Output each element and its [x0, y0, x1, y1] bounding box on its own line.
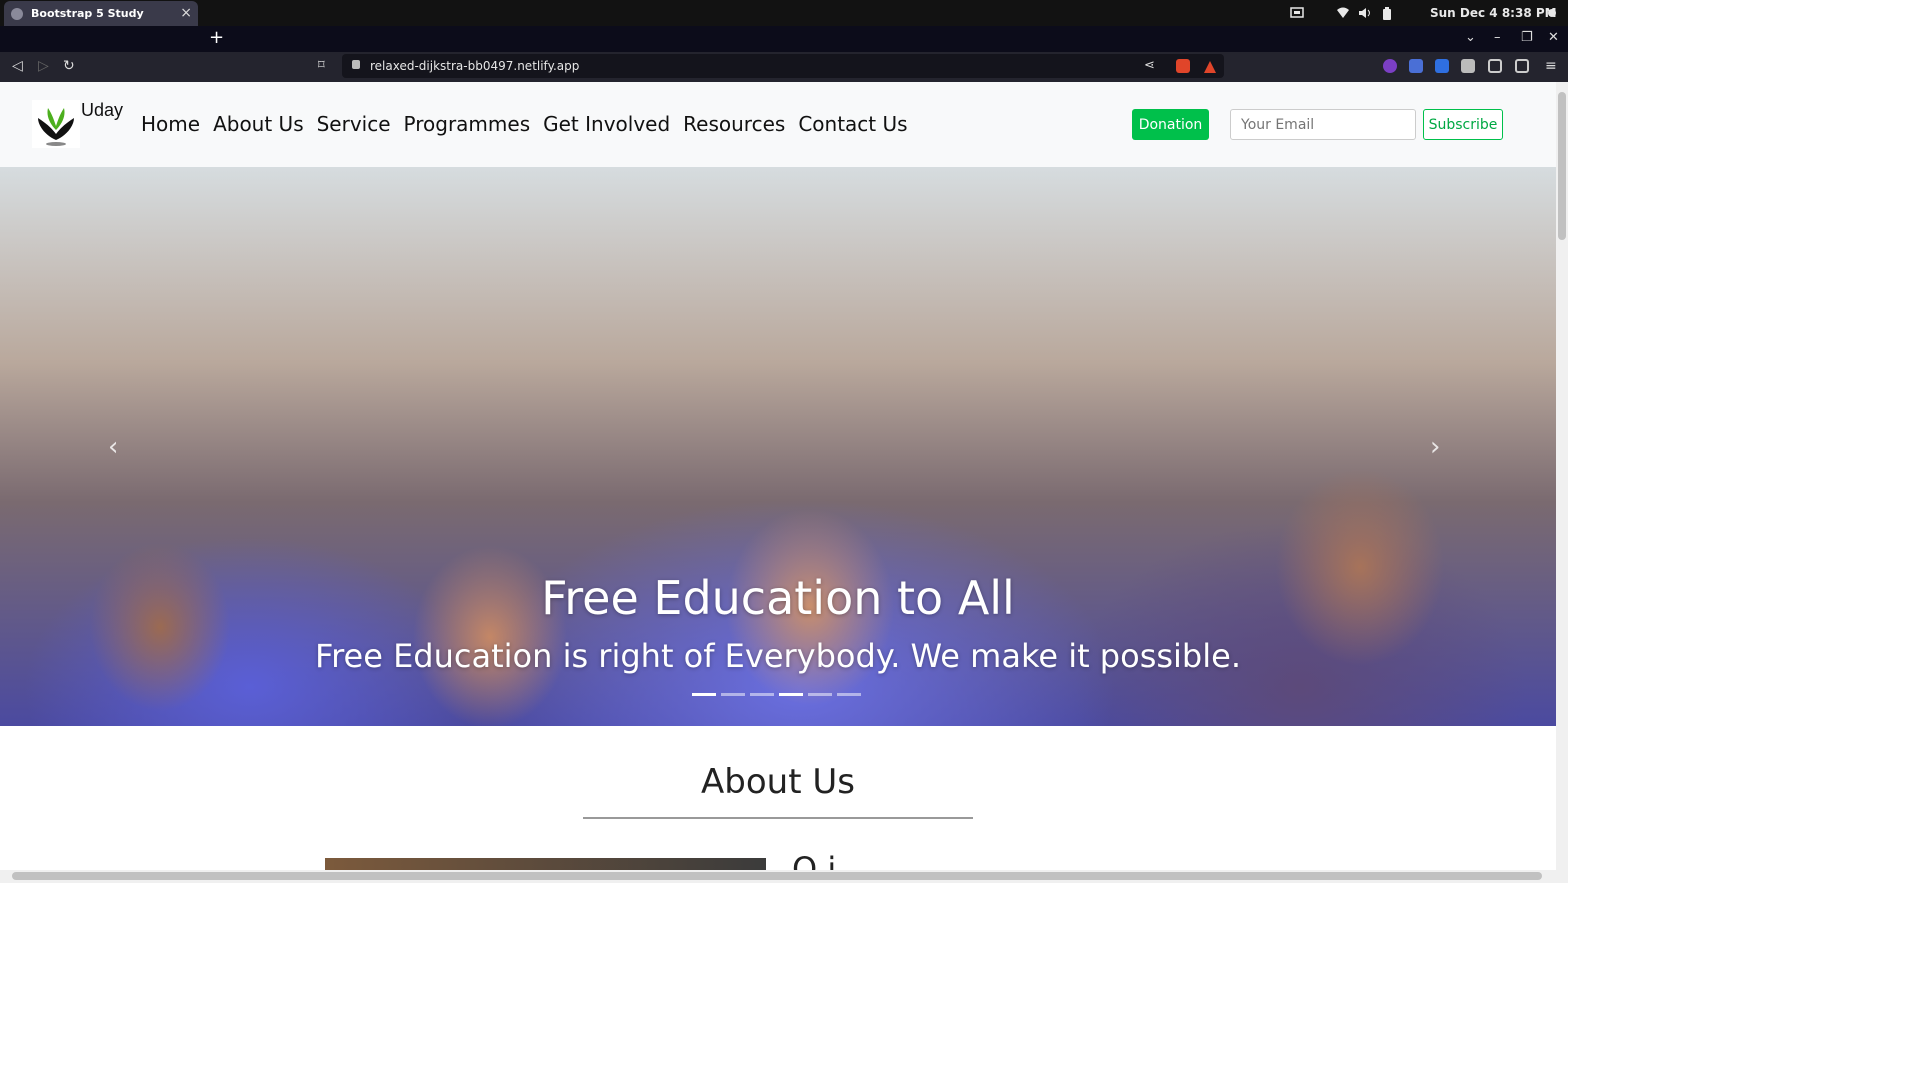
- battery-icon[interactable]: [1382, 6, 1392, 20]
- carousel-indicator[interactable]: [692, 693, 716, 696]
- email-input[interactable]: [1230, 109, 1416, 140]
- brand-name[interactable]: Uday: [81, 100, 123, 121]
- section-divider: [583, 817, 973, 819]
- donation-button[interactable]: Donation: [1132, 109, 1209, 140]
- carousel-indicator[interactable]: [779, 693, 803, 696]
- wifi-icon[interactable]: [1336, 6, 1350, 20]
- site-navbar: Uday Home About Us Service Programmes Ge…: [0, 82, 1556, 167]
- share-icon[interactable]: ⋖: [1144, 58, 1155, 73]
- carousel-caption-title: Free Education to All: [541, 571, 1015, 625]
- tab-title: Bootstrap 5 Study: [31, 7, 144, 20]
- status-dot-icon[interactable]: [1548, 9, 1556, 17]
- nav-link-home[interactable]: Home: [141, 112, 200, 136]
- nav-link-about-us[interactable]: About Us: [213, 112, 304, 136]
- back-icon[interactable]: ◁: [12, 58, 23, 74]
- tab-close-icon[interactable]: ×: [180, 5, 192, 21]
- carousel-indicator[interactable]: [721, 693, 745, 696]
- vertical-scroll-thumb[interactable]: [1558, 92, 1566, 240]
- brave-rewards-icon[interactable]: [1203, 59, 1217, 73]
- menu-icon[interactable]: ≡: [1545, 58, 1557, 74]
- horizontal-scroll-thumb[interactable]: [12, 872, 1542, 880]
- clock[interactable]: Sun Dec 4 8:38 PM: [1430, 6, 1557, 20]
- about-image: [325, 858, 766, 870]
- nav-link-contact-us[interactable]: Contact Us: [798, 112, 907, 136]
- browser-tab[interactable]: Bootstrap 5 Study ×: [4, 1, 198, 26]
- carousel-indicator[interactable]: [837, 693, 861, 696]
- extensions-puzzle-icon[interactable]: [1461, 59, 1475, 73]
- nav-link-programmes[interactable]: Programmes: [404, 112, 531, 136]
- sidebar-toggle-icon[interactable]: [1488, 59, 1502, 73]
- web-page: Uday Home About Us Service Programmes Ge…: [0, 82, 1556, 870]
- carousel-next-icon[interactable]: ›: [1430, 432, 1440, 462]
- logo-icon[interactable]: [32, 100, 80, 148]
- favicon-icon: [11, 7, 23, 20]
- about-section-title: About Us: [701, 762, 855, 802]
- tab-strip: [0, 26, 1568, 52]
- carousel-indicators: [692, 693, 861, 696]
- bookmark-icon[interactable]: ⌑: [318, 58, 325, 73]
- extension-s-icon[interactable]: [1435, 59, 1449, 73]
- about-subheading: O i: [792, 850, 837, 870]
- nav-link-resources[interactable]: Resources: [683, 112, 785, 136]
- reload-icon[interactable]: ↻: [63, 58, 75, 74]
- carousel-indicator[interactable]: [750, 693, 774, 696]
- extension-purple-icon[interactable]: [1383, 59, 1397, 73]
- lock-icon[interactable]: [352, 60, 360, 69]
- nav-link-service[interactable]: Service: [317, 112, 391, 136]
- hero-carousel[interactable]: ‹ › Free Education to All Free Education…: [0, 167, 1556, 726]
- minimize-button[interactable]: –: [1494, 30, 1501, 45]
- os-top-bar: Sun Dec 4 8:38 PM: [0, 0, 1568, 26]
- carousel-caption-text: Free Education is right of Everybody. We…: [315, 637, 1241, 675]
- subscribe-button[interactable]: Subscribe: [1423, 109, 1503, 140]
- screen-icon[interactable]: [1290, 6, 1304, 20]
- main-nav: Home About Us Service Programmes Get Inv…: [141, 112, 921, 136]
- brave-shield-icon[interactable]: [1176, 59, 1190, 73]
- volume-icon[interactable]: [1358, 6, 1372, 20]
- new-tab-button[interactable]: +: [209, 28, 224, 48]
- carousel-prev-icon[interactable]: ‹: [108, 432, 118, 462]
- window-close-button[interactable]: ✕: [1548, 30, 1559, 45]
- maximize-button[interactable]: ❐: [1521, 30, 1533, 45]
- carousel-indicator[interactable]: [808, 693, 832, 696]
- forward-icon[interactable]: ▷: [38, 58, 49, 74]
- nav-link-get-involved[interactable]: Get Involved: [543, 112, 670, 136]
- wallet-icon[interactable]: [1515, 59, 1529, 73]
- translate-icon[interactable]: [1409, 59, 1423, 73]
- url-text[interactable]: relaxed-dijkstra-bb0497.netlify.app: [370, 59, 579, 73]
- tab-list-chevron-icon[interactable]: ⌄: [1465, 30, 1476, 45]
